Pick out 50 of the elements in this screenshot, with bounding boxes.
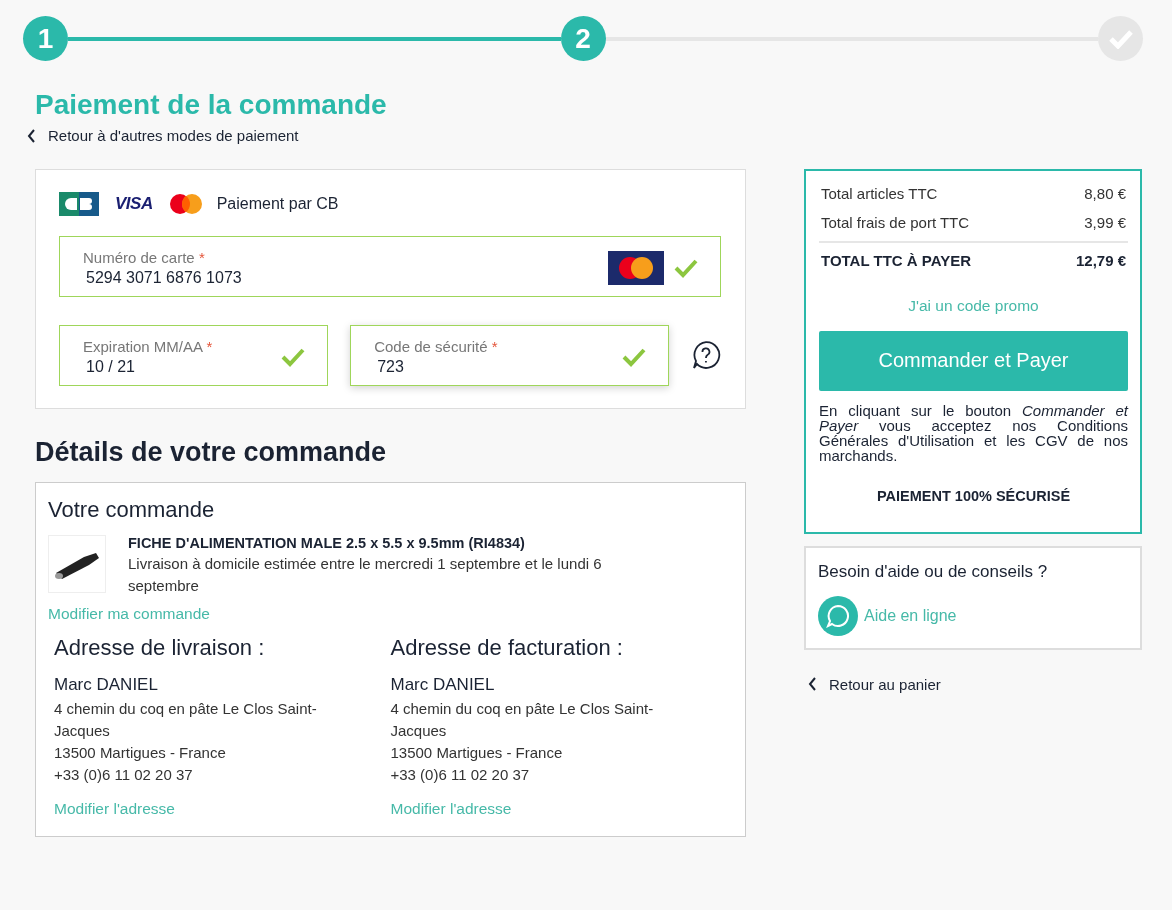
help-question-icon[interactable]: [691, 340, 721, 370]
check-icon: [622, 347, 647, 367]
mastercard-card-icon: [608, 251, 664, 285]
address-line: 4 chemin du coq en pâte Le Clos Saint-Jacques: [54, 698, 318, 741]
summary-amount: 8,80 €: [1084, 184, 1126, 202]
section-heading: Détails de votre commande: [35, 436, 388, 468]
payment-method-label: Paiement par CB: [216, 194, 339, 213]
visa-logo: VISA: [115, 193, 153, 214]
help-title: Besoin d'aide ou de conseils ?: [818, 561, 1049, 582]
input-field[interactable]: 5294 3071 6876 1073: [83, 269, 611, 287]
address-heading: Adresse de facturation :: [390, 634, 623, 661]
address-line: +33 (0)6 11 02 20 37: [390, 764, 531, 785]
input-field[interactable]: 10 / 21: [83, 358, 285, 376]
step-circle: 2: [560, 16, 606, 61]
card-number-field[interactable]: Numéro de carte * 5294 3071 6876 1073: [59, 235, 721, 297]
security-code-field[interactable]: Code de sécurité * 723: [350, 324, 670, 386]
address-line: 4 chemin du coq en pâte Le Clos Saint-Jacques: [390, 698, 655, 741]
field-label: Code de sécurité *: [374, 338, 499, 355]
delivery-estimate: Livraison à domicile estimée entre le mercredi 1 septembre et le lundi 6 septembre: [128, 553, 603, 596]
back-to-payment-methods-link[interactable]: Retour à d'autres modes de paiement: [27, 127, 299, 144]
page-title: Paiement de la commande: [35, 89, 388, 121]
check-icon: [281, 347, 306, 367]
mastercard-logo-icon: [168, 192, 203, 215]
address-line: 13500 Martigues - France: [54, 742, 227, 763]
terms-text: En cliquant sur le bouton Commander et Payer vous acceptez nos Conditions Générales d'Utilisation et les CGV de nos marchands.: [819, 402, 1128, 463]
address-line: 13500 Martigues - France: [390, 742, 564, 763]
product-name: FICHE D'ALIMENTATION MALE 2.5 x 5.5 x 9.5mm (RI4834): [128, 534, 526, 551]
summary-label: Total articles TTC: [821, 184, 938, 202]
chevron-left-icon: [27, 128, 36, 143]
step-circle: 1: [23, 16, 68, 61]
cb-logo-icon: [59, 191, 99, 216]
contact-name: Marc DANIEL: [54, 674, 158, 695]
field-label: Numéro de carte *: [83, 249, 206, 266]
summary-amount: 3,99 €: [1084, 213, 1126, 231]
address-heading: Adresse de livraison :: [54, 634, 265, 661]
check-icon: [674, 258, 698, 278]
summary-amount: 12,79 €: [1075, 251, 1126, 269]
chat-bubble-icon: [818, 595, 858, 636]
summary-label: Total frais de port TTC: [821, 213, 970, 231]
summary-label: TOTAL TTC À PAYER: [821, 251, 971, 269]
chevron-left-icon: [808, 677, 817, 691]
card-title: Votre commande: [48, 496, 216, 523]
contact-name: Marc DANIEL: [390, 674, 495, 695]
input-field[interactable]: 723: [374, 358, 626, 376]
secure-payment-label: PAIEMENT 100% SÉCURISÉ: [875, 487, 1072, 504]
expiry-field[interactable]: Expiration MM/AA * 10 / 21: [59, 324, 329, 386]
back-to-cart-link[interactable]: Retour au panier: [804, 675, 1142, 693]
field-label: Expiration MM/AA *: [83, 338, 214, 355]
address-line: +33 (0)6 11 02 20 37: [54, 764, 194, 785]
product-thumbnail: [48, 534, 106, 593]
